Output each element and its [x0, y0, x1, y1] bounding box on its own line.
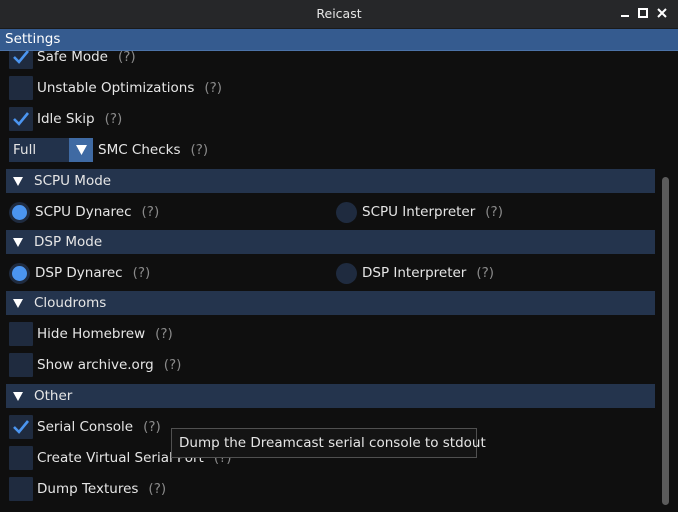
section-title: Other	[34, 388, 73, 404]
help-marker[interactable]: (?)	[148, 481, 166, 497]
minimize-icon	[621, 15, 629, 17]
close-button[interactable]	[653, 4, 671, 22]
collapse-triangle-icon	[13, 176, 23, 186]
unstable-optimizations-option[interactable]: Unstable Optimizations (?)	[9, 76, 222, 100]
collapse-triangle-icon	[13, 391, 23, 401]
section-title: DSP Mode	[34, 234, 103, 250]
section-cloudroms[interactable]: Cloudroms	[6, 291, 655, 315]
help-marker[interactable]: (?)	[485, 204, 503, 220]
idle-skip-option[interactable]: Idle Skip (?)	[9, 107, 122, 131]
dsp-interpreter-option[interactable]: DSP Interpreter (?)	[336, 261, 494, 285]
help-marker[interactable]: (?)	[143, 419, 161, 435]
section-scpu-mode[interactable]: SCPU Mode	[6, 169, 655, 193]
option-label: SMC Checks	[98, 142, 181, 158]
help-marker[interactable]: (?)	[133, 265, 151, 281]
checkmark-icon	[13, 112, 30, 126]
option-label: SCPU Interpreter	[362, 204, 476, 220]
settings-header[interactable]: Settings	[0, 29, 678, 51]
help-marker[interactable]: (?)	[164, 357, 182, 373]
title-bar[interactable]: Reicast	[0, 0, 678, 29]
safe-mode-option[interactable]: Safe Mode (?)	[9, 51, 136, 69]
option-label: Idle Skip	[37, 111, 95, 127]
dropdown-arrow-icon[interactable]	[69, 138, 93, 162]
show-archive-org-option[interactable]: Show archive.org (?)	[9, 353, 181, 377]
collapse-triangle-icon	[13, 237, 23, 247]
checkmark-icon	[13, 420, 30, 434]
tooltip: Dump the Dreamcast serial console to std…	[171, 428, 486, 458]
option-label: Safe Mode	[37, 51, 108, 65]
option-label: Unstable Optimizations	[37, 80, 195, 96]
help-marker[interactable]: (?)	[476, 265, 494, 281]
maximize-icon	[638, 8, 648, 18]
minimize-button[interactable]	[616, 4, 634, 22]
reicast-window: Reicast Settings Safe Mode (?) Unstable …	[0, 0, 678, 512]
help-marker[interactable]: (?)	[155, 326, 173, 342]
option-label: Dump Textures	[37, 481, 139, 497]
option-label: Show archive.org	[37, 357, 154, 373]
help-marker[interactable]: (?)	[105, 111, 123, 127]
option-label: DSP Interpreter	[362, 265, 467, 281]
section-title: Cloudroms	[34, 295, 107, 311]
window-title: Reicast	[316, 6, 362, 21]
combo-value: Full	[13, 142, 37, 158]
hide-homebrew-checkbox[interactable]	[9, 322, 33, 346]
settings-title: Settings	[5, 31, 61, 47]
collapse-triangle-icon	[13, 298, 23, 308]
smc-checks-combo[interactable]: Full	[9, 138, 93, 162]
safe-mode-checkbox[interactable]	[9, 51, 33, 69]
hide-homebrew-option[interactable]: Hide Homebrew (?)	[9, 322, 173, 346]
vertical-scrollbar[interactable]	[659, 51, 671, 506]
scpu-dynarec-radio[interactable]	[9, 201, 30, 223]
section-dsp-mode[interactable]: DSP Mode	[6, 230, 655, 254]
scpu-dynarec-option[interactable]: SCPU Dynarec (?)	[9, 200, 159, 224]
scpu-interpreter-option[interactable]: SCPU Interpreter (?)	[336, 200, 503, 224]
section-title: SCPU Mode	[34, 173, 112, 189]
help-marker[interactable]: (?)	[118, 51, 136, 65]
section-other[interactable]: Other	[6, 384, 655, 408]
option-label: DSP Dynarec	[35, 265, 123, 281]
dump-textures-checkbox[interactable]	[9, 477, 33, 501]
checkmark-icon	[13, 51, 30, 64]
help-marker[interactable]: (?)	[204, 80, 222, 96]
unstable-optimizations-checkbox[interactable]	[9, 76, 33, 100]
dsp-interpreter-radio[interactable]	[336, 262, 357, 284]
option-label: SCPU Dynarec	[35, 204, 132, 220]
dsp-dynarec-option[interactable]: DSP Dynarec (?)	[9, 261, 150, 285]
maximize-button[interactable]	[634, 4, 652, 22]
close-icon	[657, 8, 667, 18]
serial-console-checkbox[interactable]	[9, 415, 33, 439]
create-virtual-serial-port-checkbox[interactable]	[9, 446, 33, 470]
scpu-interpreter-radio[interactable]	[336, 201, 357, 223]
smc-checks-option: Full SMC Checks (?)	[9, 138, 208, 162]
show-archive-org-checkbox[interactable]	[9, 353, 33, 377]
option-label: Hide Homebrew	[37, 326, 146, 342]
serial-console-option[interactable]: Serial Console (?)	[9, 415, 161, 439]
dsp-dynarec-radio[interactable]	[9, 262, 30, 284]
scrollbar-thumb[interactable]	[662, 177, 669, 505]
help-marker[interactable]: (?)	[191, 142, 209, 158]
dump-textures-option[interactable]: Dump Textures (?)	[9, 477, 166, 501]
idle-skip-checkbox[interactable]	[9, 107, 33, 131]
help-marker[interactable]: (?)	[142, 204, 160, 220]
option-label: Serial Console	[37, 419, 134, 435]
